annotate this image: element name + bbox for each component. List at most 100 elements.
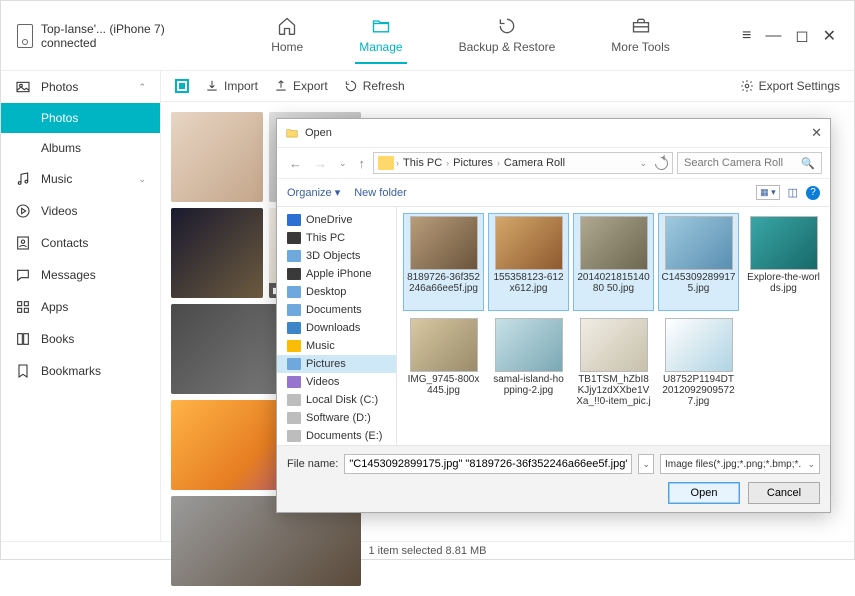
tree-item[interactable]: 3D Objects: [277, 247, 396, 265]
sidebar-books[interactable]: Books: [1, 323, 160, 355]
apps-icon: [15, 299, 31, 315]
gallery-thumb[interactable]: [171, 208, 263, 298]
tab-more[interactable]: More Tools: [607, 8, 673, 64]
tree-item-label: Music: [306, 340, 335, 352]
music-icon: [15, 171, 31, 187]
tree-item[interactable]: Documents: [277, 301, 396, 319]
folder-icon: [287, 304, 301, 316]
file-item[interactable]: 155358123-612x612.jpg: [488, 213, 569, 311]
file-item[interactable]: C1453092899175.jpg: [658, 213, 739, 311]
folder-icon: [287, 268, 301, 280]
tab-home-label: Home: [271, 40, 303, 54]
file-item[interactable]: Explore-the-worlds.jpg: [743, 213, 824, 311]
sidebar-sub-albums[interactable]: Albums: [1, 133, 160, 163]
sidebar-messages[interactable]: Messages: [1, 259, 160, 291]
sidebar-bookmarks[interactable]: Bookmarks: [1, 355, 160, 387]
sidebar-music-label: Music: [41, 172, 72, 186]
tree-item[interactable]: Local Disk (C:): [277, 391, 396, 409]
sidebar-photos[interactable]: Photos ⌃: [1, 71, 160, 103]
close-icon[interactable]: ✕: [811, 125, 822, 141]
tree-item[interactable]: Downloads: [277, 319, 396, 337]
device-text: Top-Ianse'... (iPhone 7) connected: [41, 22, 165, 50]
chevron-right-icon: ›: [497, 158, 500, 168]
chevron-down-icon[interactable]: ⌄: [639, 158, 647, 169]
tree-item[interactable]: OneDrive: [277, 211, 396, 229]
tree-item[interactable]: Desktop: [277, 283, 396, 301]
crumb-pictures[interactable]: Pictures: [451, 157, 495, 169]
tree-item-label: Documents: [306, 304, 362, 316]
file-item[interactable]: IMG_9745-800x445.jpg: [403, 315, 484, 413]
tree-item-label: Pictures: [306, 358, 346, 370]
nav-back-icon[interactable]: ←: [285, 154, 306, 173]
tab-manage[interactable]: Manage: [355, 8, 406, 64]
crumb-thispc[interactable]: This PC: [401, 157, 444, 169]
filename-input[interactable]: [344, 454, 632, 474]
close-window-icon[interactable]: ✕: [823, 26, 836, 46]
folder-icon: [287, 430, 301, 442]
new-folder-button[interactable]: New folder: [354, 187, 407, 199]
organize-button[interactable]: Organize ▾: [287, 186, 340, 199]
import-button[interactable]: Import: [205, 79, 258, 93]
open-button[interactable]: Open: [668, 482, 740, 504]
nav-up-icon[interactable]: ↑: [355, 154, 370, 173]
tree-item[interactable]: Pictures: [277, 355, 396, 373]
minimize-icon[interactable]: —: [765, 27, 781, 45]
search-placeholder: Search Camera Roll: [684, 157, 783, 169]
main-tabs: Home Manage Backup & Restore More Tools: [199, 8, 742, 64]
maximize-icon[interactable]: ◻: [795, 26, 808, 46]
help-icon[interactable]: ?: [806, 186, 820, 200]
tree-item[interactable]: Documents (E:): [277, 427, 396, 445]
gallery-thumb[interactable]: [171, 112, 263, 202]
sidebar-music[interactable]: Music ⌄: [1, 163, 160, 195]
sidebar-sub-photos[interactable]: Photos: [1, 103, 160, 133]
cancel-button[interactable]: Cancel: [748, 482, 820, 504]
breadcrumb[interactable]: › This PC › Pictures › Camera Roll ⌄: [373, 152, 673, 174]
sidebar-contacts[interactable]: Contacts: [1, 227, 160, 259]
file-grid[interactable]: 8189726-36f352246a66ee5f.jpg 155358123-61…: [397, 207, 830, 445]
tree-item[interactable]: Apple iPhone: [277, 265, 396, 283]
sidebar-messages-label: Messages: [41, 268, 96, 282]
refresh-button[interactable]: Refresh: [344, 79, 405, 93]
tab-home[interactable]: Home: [267, 8, 307, 64]
folder-tree[interactable]: OneDriveThis PC3D ObjectsApple iPhone Des…: [277, 207, 397, 445]
search-input[interactable]: Search Camera Roll 🔍: [677, 152, 822, 174]
open-dialog: Open ✕ ← → ⌄ ↑ › This PC › Pictures › Ca…: [276, 118, 831, 513]
nav-forward-icon[interactable]: →: [310, 154, 331, 173]
file-item[interactable]: 201402181514080 50.jpg: [573, 213, 654, 311]
file-item[interactable]: samal-island-hopping-2.jpg: [488, 315, 569, 413]
preview-pane-icon[interactable]: ◫: [788, 186, 798, 199]
sidebar-bookmarks-label: Bookmarks: [41, 364, 101, 378]
tree-item[interactable]: Videos: [277, 373, 396, 391]
file-thumbnail: [750, 216, 818, 270]
file-item[interactable]: 8189726-36f352246a66ee5f.jpg: [403, 213, 484, 311]
file-item[interactable]: U8752P1194DT20120929095727.jpg: [658, 315, 739, 413]
file-name: IMG_9745-800x445.jpg: [406, 374, 481, 396]
tree-item[interactable]: Music: [277, 337, 396, 355]
bookmarks-icon: [15, 363, 31, 379]
tab-backup[interactable]: Backup & Restore: [455, 8, 560, 64]
select-all-checkbox[interactable]: [175, 79, 189, 93]
reload-icon[interactable]: [652, 154, 670, 172]
file-name: samal-island-hopping-2.jpg: [491, 374, 566, 396]
tree-item[interactable]: This PC: [277, 229, 396, 247]
folder-icon: [287, 340, 301, 352]
phone-icon: [17, 24, 33, 48]
dialog-buttons: Open Cancel: [287, 482, 820, 504]
dialog-body: OneDriveThis PC3D ObjectsApple iPhone Des…: [277, 207, 830, 445]
filename-dropdown-icon[interactable]: ⌄: [638, 454, 654, 474]
file-item[interactable]: TB1TSM_hZbI8KJjy1zdXXbe1VXa_!!0-item_pic…: [573, 315, 654, 413]
export-settings-button[interactable]: Export Settings: [740, 79, 840, 93]
menu-icon[interactable]: ≡: [742, 27, 751, 45]
chevron-right-icon: ›: [446, 158, 449, 168]
file-filter-dropdown[interactable]: Image files(*.jpg;*.png;*.bmp;*. ⌄: [660, 454, 820, 474]
view-icons-button[interactable]: ▦ ▾: [756, 185, 780, 200]
tree-item-label: Desktop: [306, 286, 346, 298]
nav-dropdown-icon[interactable]: ⌄: [335, 156, 351, 171]
sidebar-apps[interactable]: Apps: [1, 291, 160, 323]
export-button[interactable]: Export: [274, 79, 328, 93]
tree-item[interactable]: Software (D:): [277, 409, 396, 427]
window-controls: ≡ — ◻ ✕: [742, 26, 854, 46]
sidebar-videos[interactable]: Videos: [1, 195, 160, 227]
file-name: 8189726-36f352246a66ee5f.jpg: [406, 272, 481, 294]
crumb-cameraroll[interactable]: Camera Roll: [502, 157, 567, 169]
